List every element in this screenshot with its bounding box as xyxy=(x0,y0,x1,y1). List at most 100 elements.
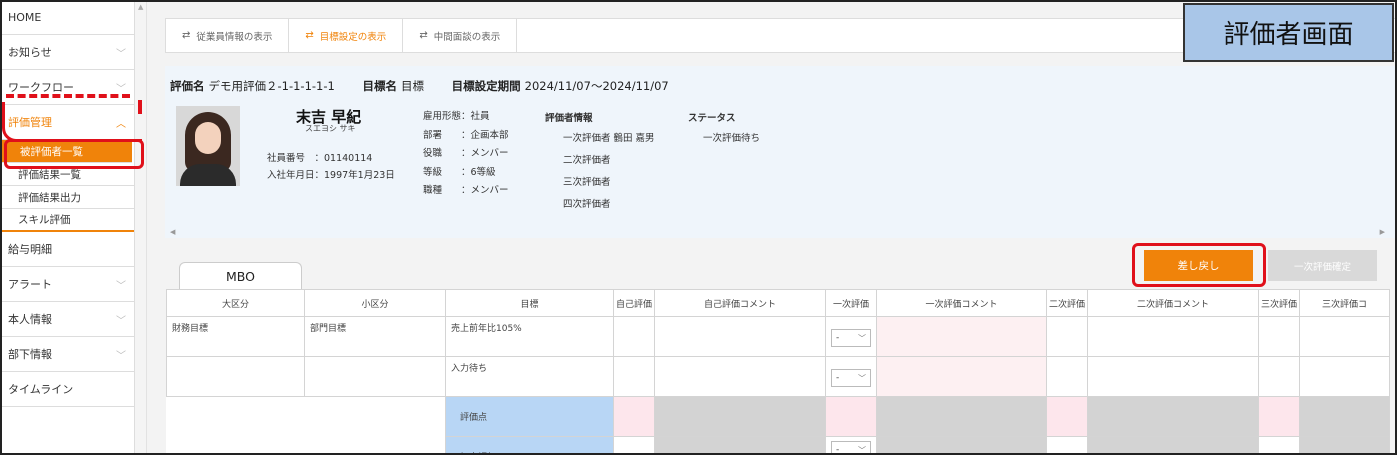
gray-cell xyxy=(876,396,1047,437)
column-header: 一次評価コメント xyxy=(876,289,1047,317)
evaluator-row: 一次評価者 鶴田 嘉男 xyxy=(563,133,655,144)
evaluation-summary: 評価名 デモ用評価２-1-1-1-1-1 目標名 目標 目標設定期間 2024/11/… xyxy=(170,78,669,94)
swap-icon: ⇄ xyxy=(419,30,428,41)
sidebar-subitem-skill[interactable]: スキル評価 xyxy=(0,209,134,232)
sidebar-scrollbar[interactable]: ▲ xyxy=(135,0,147,455)
avatar xyxy=(176,106,240,186)
first-eval-cell: - ﹀ xyxy=(825,316,877,357)
employee-ids: 社員番号 ：01140114 入社年月日：1997年1月23日 xyxy=(267,150,395,184)
minor-category-cell: 部門目標 xyxy=(304,316,446,357)
sidebar-item-label: 給与明細 xyxy=(8,243,52,256)
evaluator-info: 評価者情報 一次評価者 鶴田 嘉男 二次評価者 三次評価者 四次評価者 xyxy=(545,110,655,218)
employee-kana: スエヨシ サキ xyxy=(305,124,356,133)
attr-value: ：メンバー xyxy=(461,148,509,159)
tab-mbo[interactable]: MBO xyxy=(179,262,302,289)
table-row: 入力待ち - ﹀ xyxy=(166,356,1390,397)
table-row: 財務目標 部門目標 売上前年比105% - ﹀ xyxy=(166,316,1390,357)
third-comment-cell xyxy=(1299,356,1390,397)
highlight-evaluatee-list xyxy=(4,139,144,169)
attr-key: 職種 xyxy=(423,185,443,196)
sidebar: HOME お知らせ ﹀ ワークフロー ﹀ 評価管理 ︿ 被評価者一覧 評価結果一覧 評… xyxy=(0,0,135,455)
screen-type-badge: 評価者画面 xyxy=(1183,3,1394,62)
gray-cell xyxy=(1087,396,1259,437)
first-comment-cell[interactable] xyxy=(876,316,1047,357)
second-score-cell xyxy=(1046,396,1088,437)
gray-cell xyxy=(1087,436,1259,455)
first-eval-cell: - ﹀ xyxy=(825,356,877,397)
gray-cell xyxy=(654,396,826,437)
evaluator-row: 三次評価者 xyxy=(563,177,611,188)
sidebar-item-home[interactable]: HOME xyxy=(0,0,134,35)
attr-row: 部署 ：企画本部 xyxy=(423,127,509,146)
bonus-select[interactable]: - ﹀ xyxy=(831,441,871,455)
tab-employee-info[interactable]: ⇄ 従業員情報の表示 xyxy=(166,19,290,52)
third-bonus-cell xyxy=(1258,436,1300,455)
table-header-row: 大区分 小区分 目標 自己評価 自己評価コメント 一次評価 一次評価コメント 二… xyxy=(166,289,1390,317)
scroll-left-arrow-icon: ◀ xyxy=(170,228,176,236)
attr-key: 雇用形態 xyxy=(423,111,462,122)
second-comment-cell xyxy=(1087,316,1259,357)
attr-row: 職種 ：メンバー xyxy=(423,182,509,201)
evaluator-row: 二次評価者 xyxy=(563,155,611,166)
second-comment-cell xyxy=(1087,356,1259,397)
sidebar-item-workflow[interactable]: ワークフロー ﹀ xyxy=(0,70,134,105)
goal-cell: 入力待ち xyxy=(445,356,614,397)
scroll-up-arrow-icon: ▲ xyxy=(138,3,144,11)
sidebar-item-payslip[interactable]: 給与明細 xyxy=(0,232,134,267)
first-evaluation-confirm-button[interactable]: 一次評価確定 xyxy=(1268,250,1377,281)
sidebar-item-alert[interactable]: アラート ﹀ xyxy=(0,267,134,302)
third-eval-cell xyxy=(1258,316,1300,357)
sidebar-subitem-export[interactable]: 評価結果出力 xyxy=(0,186,134,209)
info-horizontal-scrollbar[interactable]: ◀ ▶ xyxy=(165,227,1397,238)
column-header: 小区分 xyxy=(304,289,446,317)
attr-row: 等級 ：6等級 xyxy=(423,164,509,183)
sidebar-item-label: HOME xyxy=(8,10,42,24)
first-comment-cell[interactable] xyxy=(876,356,1047,397)
highlight-return-button xyxy=(1132,243,1266,287)
tab-interim-interview[interactable]: ⇄ 中間面談の表示 xyxy=(403,19,518,52)
tab-goal-setting[interactable]: ⇄ 目標設定の表示 xyxy=(289,19,404,52)
sidebar-item-subordinates[interactable]: 部下情報 ﹀ xyxy=(0,337,134,372)
highlight-dashed-line xyxy=(6,94,130,98)
sidebar-item-news[interactable]: お知らせ ﹀ xyxy=(0,35,134,70)
third-score-cell xyxy=(1258,396,1300,437)
first-eval-select[interactable]: - ﹀ xyxy=(831,329,871,347)
self-eval-cell xyxy=(613,316,655,357)
first-eval-select[interactable]: - ﹀ xyxy=(831,369,871,387)
column-header: 大区分 xyxy=(166,289,305,317)
chevron-down-icon: ﹀ xyxy=(858,373,866,383)
self-bonus-cell xyxy=(613,436,655,455)
evaluators-header: 評価者情報 xyxy=(545,113,593,124)
status-header: ステータス xyxy=(688,113,736,124)
attr-row: 役職 ：メンバー xyxy=(423,145,509,164)
column-header: 目標 xyxy=(445,289,614,317)
evaluatee-info-panel: 評価名 デモ用評価２-1-1-1-1-1 目標名 目標 目標設定期間 2024/11/… xyxy=(165,66,1397,238)
period: 2024/11/07～2024/11/07 xyxy=(524,79,669,93)
third-eval-cell xyxy=(1258,356,1300,397)
sidebar-item-timeline[interactable]: タイムライン xyxy=(0,372,134,407)
highlight-marker xyxy=(138,100,142,114)
goal-name: 目標 xyxy=(401,79,424,93)
evaluation-table: 大区分 小区分 目標 自己評価 自己評価コメント 一次評価 一次評価コメント 二… xyxy=(166,289,1390,455)
employee-number: 社員番号 ：01140114 xyxy=(267,153,373,164)
bonus-label: 加点評価 xyxy=(445,436,614,455)
sidebar-item-profile[interactable]: 本人情報 ﹀ xyxy=(0,302,134,337)
self-comment-cell xyxy=(654,356,826,397)
column-header: 三次評価 xyxy=(1258,289,1300,317)
swap-icon: ⇄ xyxy=(182,30,191,41)
attr-key: 等級 xyxy=(423,166,443,178)
employee-attributes: 雇用形態 ：社員 部署 ：企画本部 役職 ：メンバー 等級 ：6等級 職種 ：メンバー xyxy=(423,108,509,201)
self-comment-cell xyxy=(654,316,826,357)
eval-name: デモ用評価２-1-1-1-1-1 xyxy=(208,79,335,93)
select-value: - xyxy=(836,445,840,455)
score-row: 評価点 xyxy=(167,396,1390,437)
sidebar-item-label: 本人情報 xyxy=(8,313,52,326)
tab-label: 従業員情報の表示 xyxy=(196,31,273,43)
chevron-down-icon: ﹀ xyxy=(116,280,126,292)
status-value: 一次評価待ち xyxy=(703,133,761,144)
chevron-down-icon: ﹀ xyxy=(116,315,126,327)
bonus-row: 加点評価 -﹀ xyxy=(167,436,1390,455)
gray-cell xyxy=(1299,396,1390,437)
attr-key: 部署 xyxy=(423,129,443,141)
goal-name-label: 目標名 xyxy=(362,79,398,93)
